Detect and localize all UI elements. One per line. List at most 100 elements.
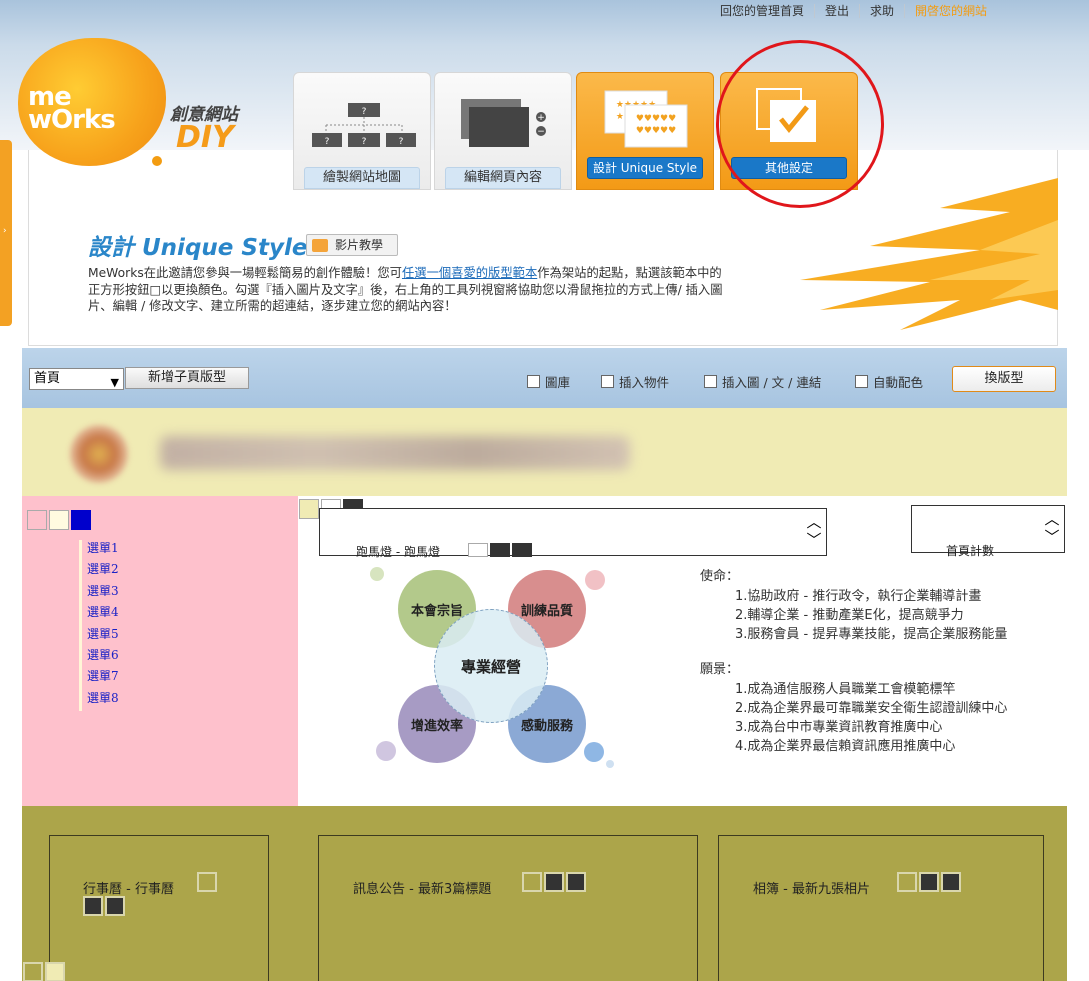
check-insert-image-text-link[interactable]: 插入圖 / 文 / 連結 [704,372,821,391]
news-title: 訊息公告 - 最新3篇標題 [353,882,492,897]
section-description: MeWorks在此邀請您參與一場輕鬆簡易的創作體驗！您可任選一個喜愛的版型範本作… [88,265,728,315]
sidebar-item[interactable]: 選單4 [79,604,119,626]
sitemap-mark-3: ? [399,137,404,147]
album-box[interactable]: 相簿 - 最新九張相片 [718,835,1044,981]
checkbox[interactable] [855,375,868,388]
checkbox[interactable] [601,375,614,388]
top-link-logout[interactable]: 登出 [813,4,859,18]
marquee-text: 跑馬燈 - 跑馬燈 [356,545,440,559]
style-icon: ★★★★★ ★★★★★ ♥♥♥♥♥ ♥♥♥♥♥ [604,90,688,148]
top-link-admin-home[interactable]: 回您的管理首頁 [710,4,814,18]
marquee-box[interactable]: 跑馬燈 - 跑馬燈 ︿ ﹀ [319,508,827,559]
film-icon [312,239,328,252]
svg-text:♥♥♥♥♥: ♥♥♥♥♥ [636,114,676,124]
mission-item: 2.輔導企業 - 推動產業E化，提高競爭力 [735,608,964,623]
color-swatch[interactable] [299,499,319,519]
sidebar-item[interactable]: 選單2 [79,561,119,583]
scroll-arrows[interactable]: ︿ ﹀ [1044,510,1060,548]
sidebar-item[interactable]: 選單7 [79,668,119,690]
left-side-tab[interactable]: › [0,140,12,326]
color-swatch[interactable] [919,872,939,892]
color-swatch[interactable] [512,543,532,557]
color-swatch[interactable] [544,872,564,892]
blurred-logo [70,425,128,483]
check-auto-color-label: 自動配色 [873,375,924,390]
svg-text:+: + [537,113,545,123]
checkbox[interactable] [704,375,717,388]
top-nav: 回您的管理首頁 登出 求助 開啓您的網站 [710,4,997,18]
color-swatch[interactable] [897,872,917,892]
color-swatch[interactable] [522,872,542,892]
sidebar-item[interactable]: 選單8 [79,689,119,712]
page-root: 回您的管理首頁 登出 求助 開啓您的網站 › me wOrks 創意網站 DIY… [0,0,1089,981]
vision-item: 2.成為企業界最可靠職業安全衛生認證訓練中心 [735,701,1008,716]
counter-box[interactable]: 首頁計數 ︿ ﹀ [911,505,1065,558]
nav-card-sitemap[interactable]: ? ? ? ? 繪製網站地圖 [293,72,431,190]
chevron-right-icon: › [3,226,7,236]
svg-text:♥♥♥♥♥: ♥♥♥♥♥ [636,126,676,136]
color-swatch[interactable] [941,872,961,892]
color-swatch[interactable] [105,896,125,916]
color-swatch[interactable] [45,962,65,981]
vision-item: 3.成為台中市專業資訊教育推廣中心 [735,720,943,735]
new-subpage-button[interactable]: 新增子頁版型 [125,367,249,389]
color-swatch[interactable] [566,872,586,892]
nav-card-edit-pages[interactable]: + − 編輯網頁內容 [434,72,572,190]
vision-item: 1.成為通信服務人員職業工會模範標竿 [735,682,956,697]
calendar-box[interactable]: 行事曆 - 行事曆 [49,835,269,981]
color-swatch[interactable] [49,510,69,530]
check-gallery[interactable]: 圖庫 [527,372,570,391]
sitemap-mark-1: ? [325,137,330,147]
decor-dot [376,741,396,761]
orange-splash-decoration [800,178,1058,330]
nav-card-unique-style-label: 設計 Unique Style [587,157,703,179]
page-select-value: 首頁 [34,371,61,386]
page-select[interactable]: 首頁 ▼ [29,368,124,390]
sidebar-panel [22,496,298,806]
decor-dot [584,742,604,762]
logo-diy: DIY [176,120,234,155]
sitemap-icon: ? ? ? ? [312,103,416,147]
svg-text:−: − [537,127,545,137]
color-swatch[interactable] [197,872,217,892]
check-auto-color[interactable]: 自動配色 [855,372,923,391]
video-tutorial-label: 影片教學 [335,238,384,252]
checkbox[interactable] [527,375,540,388]
color-swatch[interactable] [490,543,510,557]
check-gallery-label: 圖庫 [545,375,571,390]
video-tutorial-button[interactable]: 影片教學 [306,234,398,256]
nav-card-unique-style[interactable]: ★★★★★ ★★★★★ ♥♥♥♥♥ ♥♥♥♥♥ 設計 Unique Style [576,72,714,190]
check-insert-label: 插入圖 / 文 / 連結 [722,375,822,390]
logo-works: wOrks [28,105,116,135]
check-insert-object-label: 插入物件 [619,375,670,390]
section-title: 設計 Unique Style [88,235,308,261]
color-swatch[interactable] [23,962,43,981]
check-insert-object[interactable]: 插入物件 [601,372,669,391]
vision-item: 4.成為企業界最信賴資訊應用推廣中心 [735,739,956,754]
diagram-center: 專業經營 [434,609,548,723]
decor-dot [606,760,614,768]
scroll-arrows[interactable]: ︿ ﹀ [806,513,822,551]
chevron-down-icon: ▼ [110,376,119,389]
sidebar-item[interactable]: 選單1 [79,540,119,562]
counter-text: 首頁計數 [946,544,995,558]
logo-text: me wOrks [28,84,116,135]
news-box[interactable]: 訊息公告 - 最新3篇標題 [318,835,698,981]
vision-title: 願景： [700,662,740,677]
color-swatch[interactable] [83,896,103,916]
top-link-open-site[interactable]: 開啓您的網站 [903,4,997,18]
color-swatch[interactable] [468,543,488,557]
nav-card-edit-pages-label: 編輯網頁內容 [445,167,561,189]
decor-dot [370,567,384,581]
desc-part-1: MeWorks在此邀請您參與一場輕鬆簡易的創作體驗！您可 [88,266,402,280]
template-link[interactable]: 任選一個喜愛的版型範本 [402,266,537,280]
color-swatch[interactable] [27,510,47,530]
sidebar-item[interactable]: 選單3 [79,582,119,605]
top-link-help[interactable]: 求助 [858,4,904,18]
blurred-site-name [160,436,630,470]
calendar-title: 行事曆 - 行事曆 [83,882,174,897]
sidebar-item[interactable]: 選單6 [79,646,119,669]
switch-template-button[interactable]: 換版型 [952,366,1056,392]
sidebar-item[interactable]: 選單5 [79,625,119,647]
color-swatch[interactable] [71,510,91,530]
